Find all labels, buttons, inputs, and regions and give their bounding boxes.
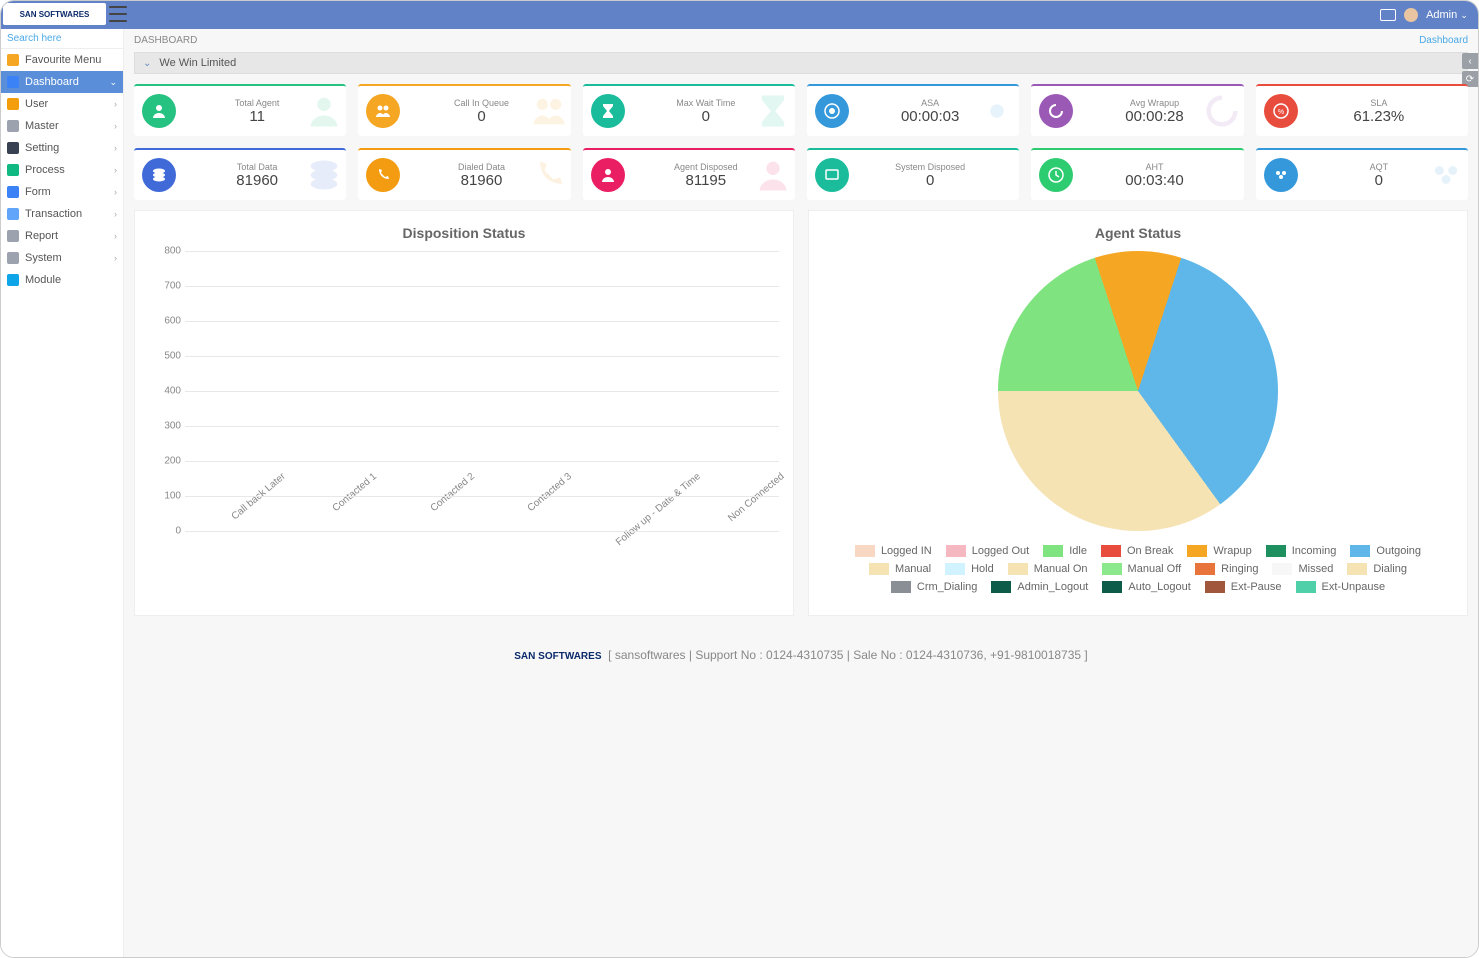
menu-toggle-button[interactable] [109,6,127,22]
sidebar-item-setting[interactable]: Setting› [1,137,123,159]
collapse-panel-button[interactable]: ‹ [1462,53,1478,69]
user-icon [142,94,176,128]
topbar: SAN SOFTWARES Admin ⌄ [1,1,1478,29]
legend-ext-pause[interactable]: Ext-Pause [1205,581,1282,593]
kpi-max-wait-time: Max Wait Time0 [583,84,795,136]
agent-icon [591,158,625,192]
target-icon [815,94,849,128]
stack-icon [142,158,176,192]
legend-incoming[interactable]: Incoming [1266,545,1337,557]
hourglass-icon [591,94,625,128]
kpi-asa: ASA00:00:03 [807,84,1019,136]
kpi-dialed-data: Dialed Data81960 [358,148,570,200]
legend-hold[interactable]: Hold [945,563,994,575]
legend-dialing[interactable]: Dialing [1347,563,1407,575]
chart-title: Agent Status [823,225,1453,241]
legend-manual-off[interactable]: Manual Off [1102,563,1182,575]
kpi-aqt: AQT0 [1256,148,1468,200]
sidebar-item-dashboard[interactable]: Dashboard⌄ [1,71,123,93]
kpi-call-in-queue: Call In Queue0 [358,84,570,136]
legend-ringing[interactable]: Ringing [1195,563,1258,575]
kpi-total-data: Total Data81960 [134,148,346,200]
sidebar-item-user[interactable]: User› [1,93,123,115]
sidebar-item-transaction[interactable]: Transaction› [1,203,123,225]
disposition-chart-card: Disposition Status Call back LaterContac… [134,210,794,616]
svg-text:%: % [1439,105,1453,122]
legend-admin_logout[interactable]: Admin_Logout [991,581,1088,593]
legend-on-break[interactable]: On Break [1101,545,1173,557]
clock-icon [1039,158,1073,192]
svg-text:%: % [1278,109,1284,116]
group-header[interactable]: ⌄ We Win Limited [134,52,1468,74]
sidebar-fav[interactable]: Favourite Menu [1,49,123,71]
legend-idle[interactable]: Idle [1043,545,1087,557]
breadcrumb[interactable]: Dashboard [1419,35,1468,46]
group-icon [1264,158,1298,192]
users-icon [366,94,400,128]
fullscreen-icon[interactable] [1380,9,1396,21]
chart-title: Disposition Status [149,225,779,241]
kpi-total-agent: Total Agent11 [134,84,346,136]
avatar[interactable] [1404,8,1418,22]
chevron-down-icon: ⌄ [143,58,151,69]
dial-icon [366,158,400,192]
legend-auto_logout[interactable]: Auto_Logout [1102,581,1190,593]
search-input[interactable] [1,29,123,49]
sidebar-item-master[interactable]: Master› [1,115,123,137]
logo: SAN SOFTWARES [3,3,106,25]
legend-ext-unpause[interactable]: Ext-Unpause [1296,581,1386,593]
legend-logged-in[interactable]: Logged IN [855,545,932,557]
footer: SAN SOFTWARES [ sansoftwares | Support N… [124,626,1478,702]
kpi-agent-disposed: Agent Disposed81195 [583,148,795,200]
legend-manual[interactable]: Manual [869,563,931,575]
percent-icon: % [1264,94,1298,128]
agent-status-chart-card: Agent Status Logged IN Logged Out Idle On B… [808,210,1468,616]
legend-missed[interactable]: Missed [1272,563,1333,575]
legend-logged-out[interactable]: Logged Out [946,545,1030,557]
sidebar-item-process[interactable]: Process› [1,159,123,181]
bar-call-back-later[interactable]: Call back Later [185,463,282,531]
legend-crm_dialing[interactable]: Crm_Dialing [891,581,978,593]
sidebar-item-system[interactable]: System› [1,247,123,269]
kpi-system-disposed: System Disposed0 [807,148,1019,200]
page-title: DASHBOARD [134,35,197,46]
legend-wrapup[interactable]: Wrapup [1187,545,1251,557]
kpi-aht: AHT00:03:40 [1031,148,1243,200]
kpi-sla: %SLA61.23%% [1256,84,1468,136]
legend-manual-on[interactable]: Manual On [1008,563,1088,575]
wrap-icon [1039,94,1073,128]
admin-menu[interactable]: Admin ⌄ [1426,9,1468,21]
kpi-avg-wrapup: Avg Wrapup00:00:28 [1031,84,1243,136]
screen-icon [815,158,849,192]
sidebar-item-module[interactable]: Module [1,269,123,291]
sidebar-item-form[interactable]: Form› [1,181,123,203]
legend-outgoing[interactable]: Outgoing [1350,545,1421,557]
sidebar: Favourite Menu Dashboard⌄User›Master›Set… [1,29,124,957]
sidebar-item-report[interactable]: Report› [1,225,123,247]
